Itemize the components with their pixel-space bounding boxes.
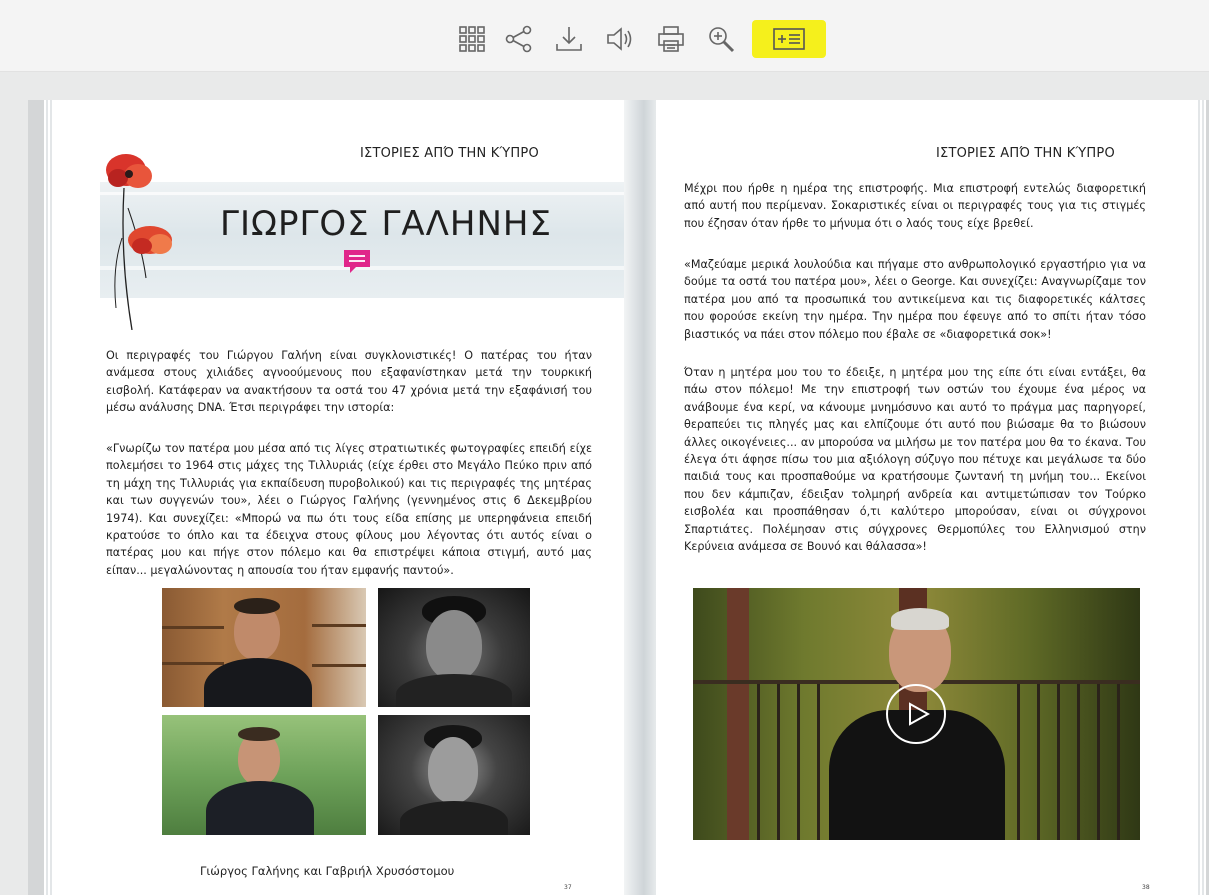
print-icon (658, 26, 684, 52)
running-head: ΙΣΤΟΡΙΕΣ ΑΠΌ ΤΗΝ ΚΎΠΡΟ (936, 146, 1115, 161)
paragraph: Μέχρι που ήρθε η ημέρα της επιστροφής. Μ… (684, 182, 1146, 230)
photo-giorgos-galinis (162, 588, 366, 707)
photo-father-portrait (378, 588, 530, 707)
thumbnails-button[interactable] (453, 20, 491, 58)
paragraph: Όταν η μητέρα μου του το έδειξε, η μητέρ… (684, 366, 1146, 554)
add-note-button[interactable] (752, 20, 826, 58)
page-edge (44, 100, 54, 895)
photo-second-portrait (378, 715, 530, 835)
play-button[interactable] (886, 684, 946, 744)
sound-button[interactable] (601, 20, 639, 58)
page-number: 38 (1142, 884, 1150, 891)
print-button[interactable] (652, 20, 690, 58)
paragraph: Οι περιγραφές του Γιώργου Γαλήνη είναι σ… (106, 349, 592, 415)
share-button[interactable] (500, 20, 538, 58)
paragraph: «Γνωρίζω τον πατέρα μου μέσα από τις λίγ… (106, 442, 592, 577)
grid-icon (459, 26, 485, 52)
zoom-icon (709, 27, 735, 53)
comment-icon[interactable] (342, 248, 372, 274)
download-button[interactable] (550, 20, 588, 58)
download-icon (556, 27, 582, 51)
play-icon (909, 702, 930, 726)
share-icon (505, 25, 532, 53)
poppy-illustration (106, 154, 172, 330)
zoom-button[interactable] (702, 20, 740, 58)
page-number: 37 (564, 884, 572, 891)
sound-icon (607, 27, 632, 51)
page-title: ΓΙΩΡΓΟΣ ΓΑΛΗΝΗΣ (220, 204, 552, 244)
running-head: ΙΣΤΟΡΙΕΣ ΑΠΌ ΤΗΝ ΚΎΠΡΟ (360, 146, 539, 161)
book-spine (624, 100, 660, 895)
paragraph: «Μαζεύαμε μερικά λουλούδια και πήγαμε στ… (684, 258, 1146, 341)
photo-caption: Γιώργος Γαλήνης και Γαβριήλ Χρυσόστομου (200, 864, 455, 878)
add-note-icon (773, 28, 805, 50)
video-player[interactable] (693, 588, 1140, 840)
page-left: ΙΣΤΟΡΙΕΣ ΑΠΌ ΤΗΝ ΚΎΠΡΟ ΓΙΩΡΓΟΣ ΓΑΛΗΝΗΣ Ο… (44, 100, 628, 895)
page-edge (1196, 100, 1206, 895)
photo-gavriil-chrysostomou (162, 715, 366, 835)
page-right: ΙΣΤΟΡΙΕΣ ΑΠΌ ΤΗΝ ΚΎΠΡΟ Μέχρι που ήρθε η … (656, 100, 1206, 895)
reader-toolbar (0, 0, 1209, 72)
